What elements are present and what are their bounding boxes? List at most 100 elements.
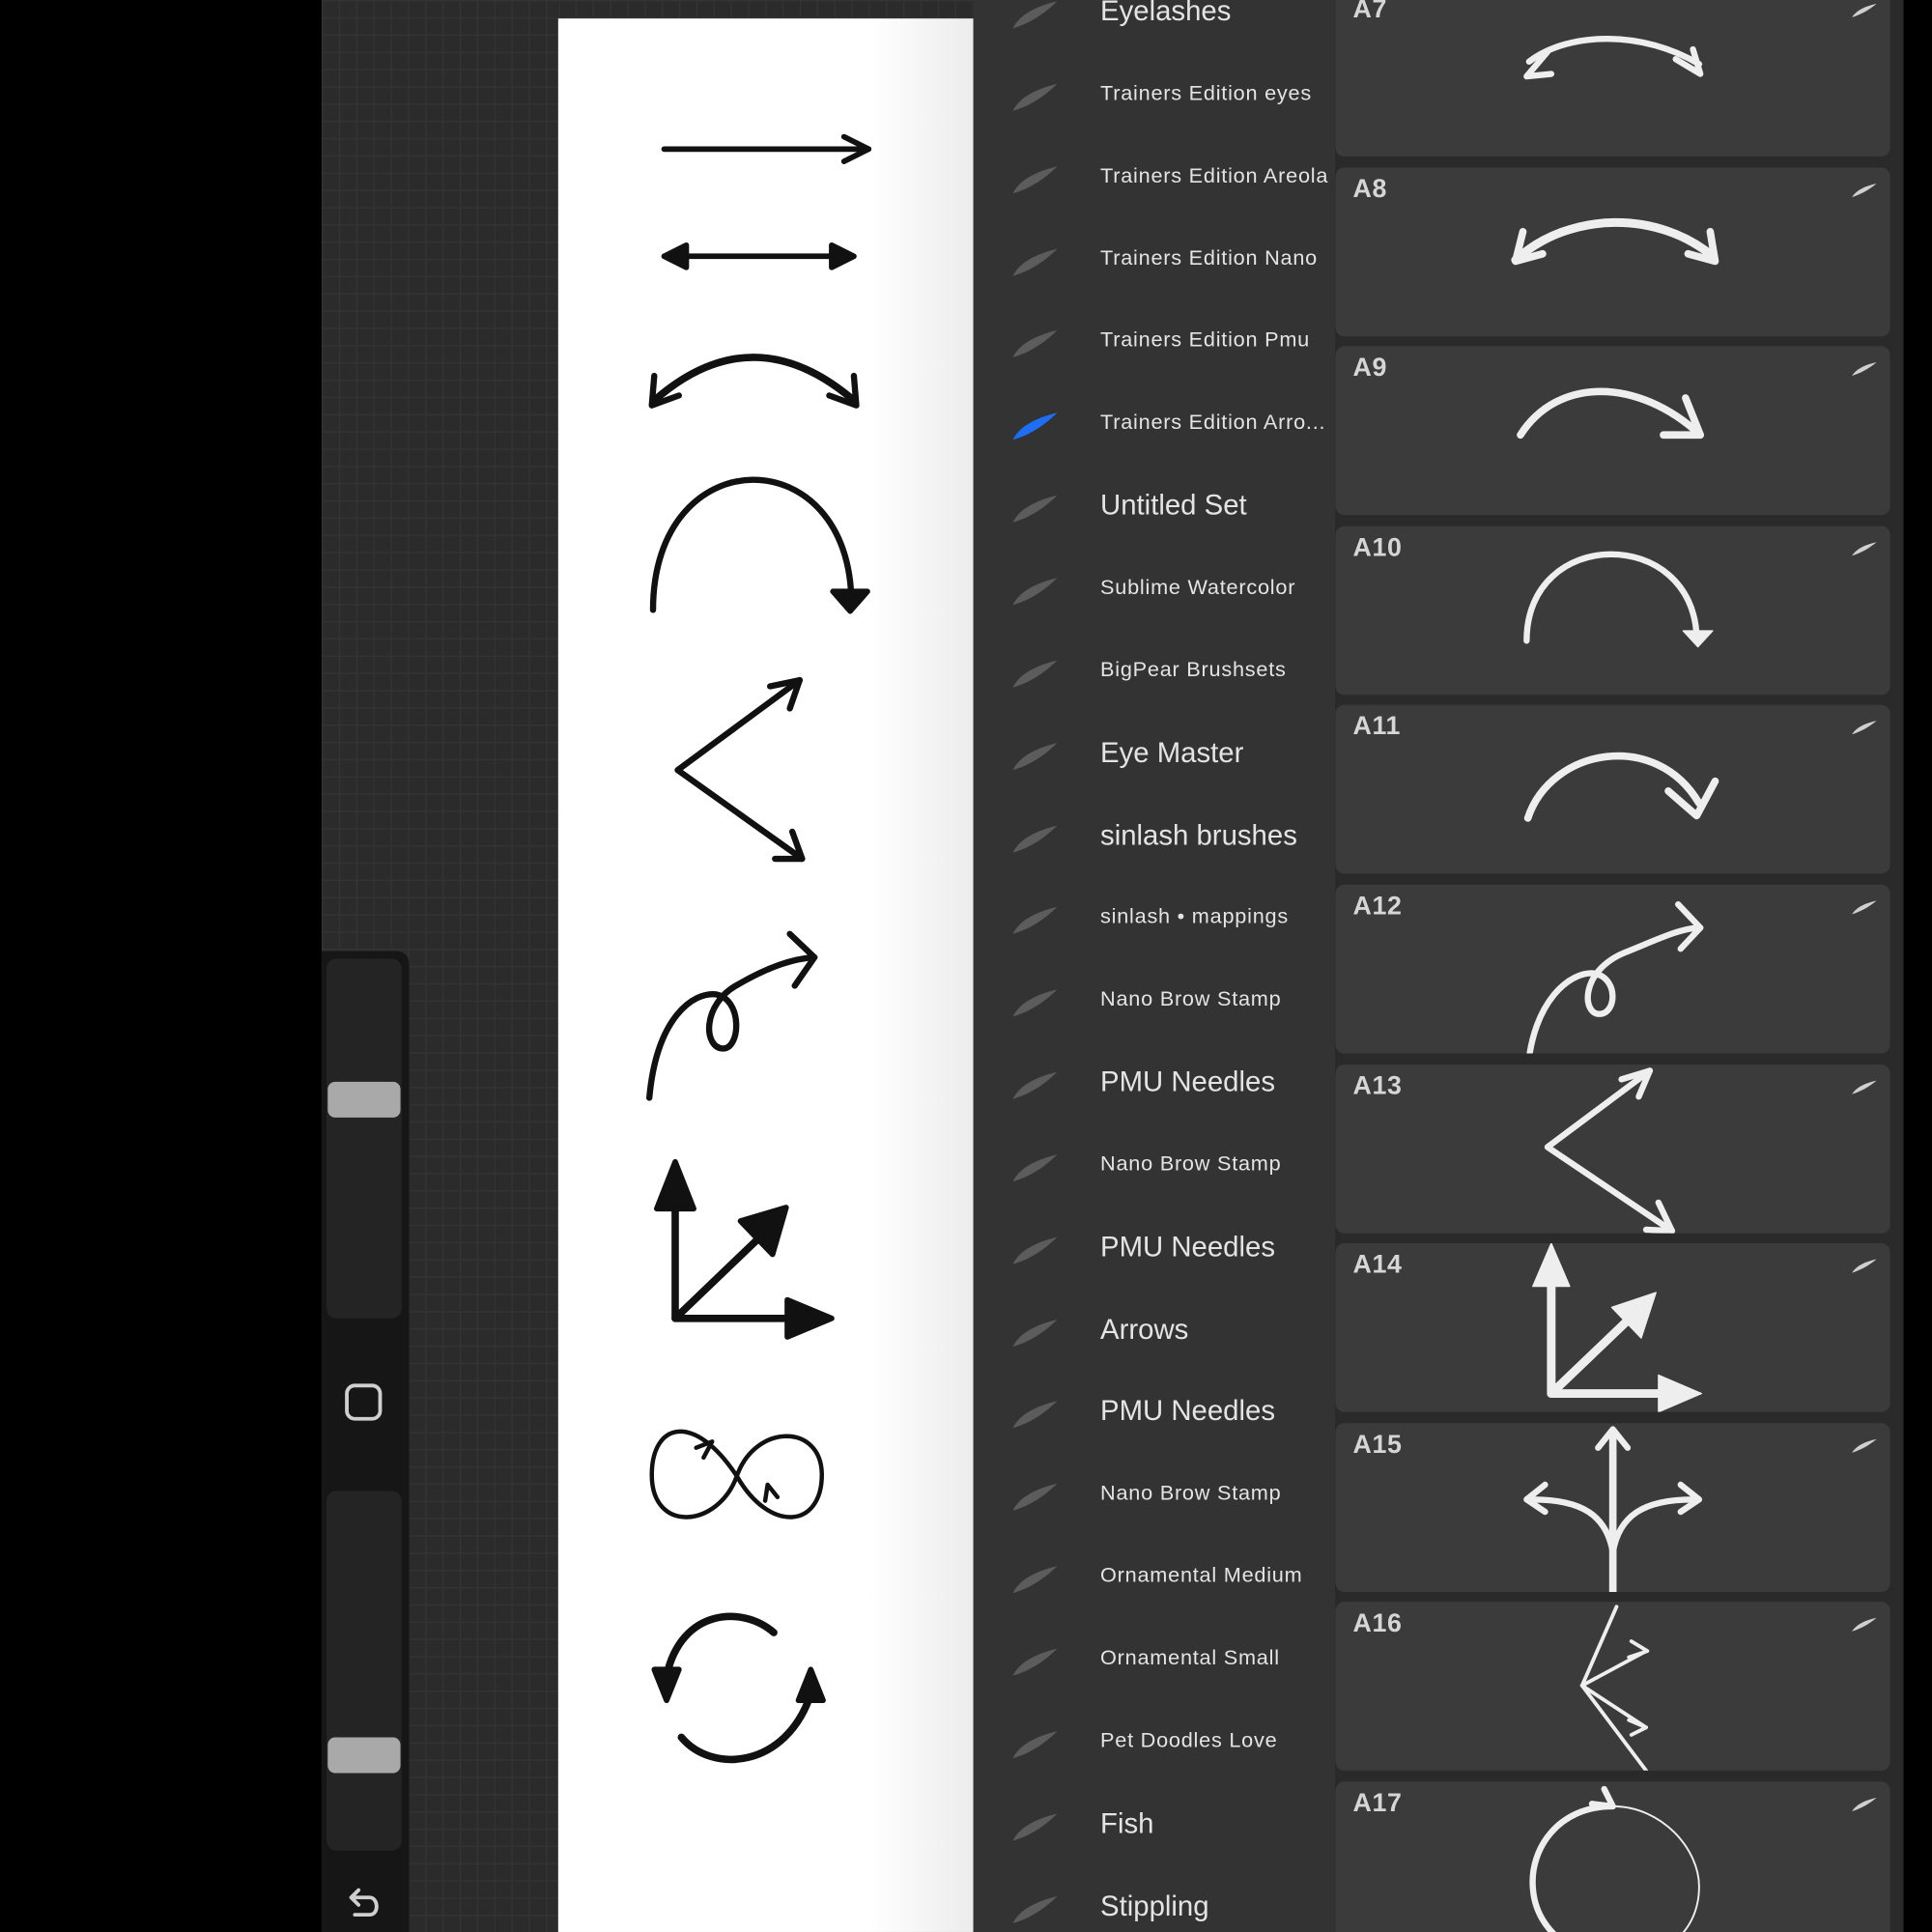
brush-card[interactable]: A10 [1335, 526, 1890, 696]
brush-stroke-icon [1010, 1719, 1060, 1763]
brush-card[interactable]: A8 [1335, 166, 1890, 336]
brush-set-item[interactable]: Sublime Watercolor [974, 547, 1336, 628]
brush-stroke-preview [1529, 1785, 1700, 1932]
infinity-arrow-icon [649, 1429, 824, 1520]
brush-stroke-icon [1010, 812, 1060, 857]
brush-type-icon [1851, 0, 1878, 19]
brush-stroke-icon [1010, 319, 1060, 363]
brush-stroke-icon [1010, 1884, 1060, 1928]
double-arrow-icon [661, 242, 857, 270]
brush-size-thumb[interactable] [327, 1081, 401, 1118]
brush-set-item[interactable]: Ornamental Medium [974, 1535, 1336, 1616]
brush-set-item[interactable]: Eyelashes [974, 0, 1336, 52]
brush-stroke-icon [1010, 1307, 1060, 1351]
opacity-thumb[interactable] [327, 1737, 401, 1774]
brush-stroke-icon [1010, 1801, 1060, 1845]
brush-card[interactable]: A9 [1335, 346, 1890, 516]
brush-type-icon [1851, 718, 1878, 737]
brush-card[interactable]: A17 [1335, 1781, 1890, 1932]
brush-stroke-icon [1010, 401, 1060, 445]
brush-name: A8 [1352, 174, 1388, 203]
brush-stroke-preview [1526, 901, 1704, 1054]
brush-set-item[interactable]: Arrows [974, 1289, 1336, 1370]
brush-size-slider[interactable] [327, 958, 402, 1319]
brush-set-item[interactable]: sinlash • mappings [974, 876, 1336, 957]
brush-set-item[interactable]: sinlash brushes [974, 794, 1336, 875]
canvas-drawing [645, 133, 872, 1764]
brush-stroke-icon [1010, 1636, 1060, 1681]
brush-card[interactable]: A12 [1335, 884, 1890, 1054]
brush-set-item[interactable]: Ornamental Small [974, 1618, 1336, 1699]
semicircle-arrow-icon [649, 476, 870, 614]
brush-set-label: PMU Needles [1100, 1230, 1276, 1263]
brush-set-label: PMU Needles [1100, 1065, 1276, 1097]
brush-set-label: Trainers Edition Areola [1100, 163, 1329, 187]
brush-set-label: Stippling [1100, 1889, 1209, 1921]
brush-type-icon [1851, 1794, 1878, 1813]
brush-set-label: PMU Needles [1100, 1394, 1276, 1427]
brush-stroke-icon [1010, 730, 1060, 775]
axes-arrow-icon [653, 1158, 835, 1340]
chevron-double-arrow-icon [674, 676, 806, 863]
brush-type-icon [1851, 1076, 1878, 1095]
brush-set-item[interactable]: BigPear Brushsets [974, 630, 1336, 711]
brush-stroke-icon [1010, 236, 1060, 280]
brush-stroke-icon [1010, 1554, 1060, 1599]
brush-card[interactable]: A15 [1335, 1422, 1890, 1592]
brush-set-item[interactable]: Stippling [974, 1865, 1336, 1932]
brush-type-icon [1851, 897, 1878, 917]
loop-arrow-icon [645, 930, 818, 1101]
brush-set-label: Eyelashes [1100, 0, 1232, 27]
drawing-canvas[interactable] [557, 18, 974, 1932]
brush-stroke-icon [1010, 895, 1060, 939]
brush-card[interactable]: A13 [1335, 1064, 1890, 1234]
brush-set-item[interactable]: PMU Needles [974, 1206, 1336, 1287]
brush-set-label: sinlash • mappings [1100, 904, 1289, 928]
brush-set-label: Ornamental Small [1100, 1646, 1280, 1670]
brush-stroke-icon [1010, 1389, 1060, 1434]
brush-type-icon [1851, 538, 1878, 557]
brush-set-label: Trainers Edition Nano [1100, 245, 1319, 270]
brush-stroke-preview [1544, 1066, 1676, 1234]
brush-stroke-preview [1523, 1426, 1703, 1592]
brush-name: A9 [1352, 354, 1388, 383]
brush-set-item[interactable]: Untitled Set [974, 465, 1336, 546]
opacity-slider[interactable] [327, 1491, 402, 1851]
circular-arrows-icon [651, 1612, 826, 1764]
brush-set-item[interactable]: Fish [974, 1782, 1336, 1863]
brush-name: A15 [1352, 1430, 1403, 1459]
canvas-top-grid [557, 0, 974, 19]
brush-card[interactable]: A11 [1335, 705, 1890, 874]
brush-name: A17 [1352, 1789, 1403, 1818]
brush-set-item[interactable]: Pet Doodles Love [974, 1700, 1336, 1781]
straight-arrow-icon [661, 133, 872, 164]
brush-set-item[interactable]: PMU Needles [974, 1371, 1336, 1452]
brush-set-item[interactable]: Nano Brow Stamp [974, 1453, 1336, 1534]
brush-name: A14 [1352, 1250, 1403, 1280]
brush-stroke-icon [1010, 71, 1060, 116]
brush-set-item[interactable]: PMU Needles [974, 1041, 1336, 1122]
brush-set-item[interactable]: Trainers Edition eyes [974, 53, 1336, 134]
brush-stroke-preview [1523, 753, 1719, 823]
undo-icon[interactable] [345, 1886, 384, 1922]
brush-stroke-icon [1010, 1142, 1060, 1186]
brush-card[interactable]: A16 [1335, 1602, 1890, 1772]
brush-set-label: BigPear Brushsets [1100, 657, 1287, 682]
brush-card[interactable]: A14 [1335, 1243, 1890, 1412]
brush-set-label: Untitled Set [1100, 488, 1247, 522]
brush-set-item[interactable]: Trainers Edition Areola [974, 135, 1336, 216]
brush-set-item[interactable]: Trainers Edition Nano [974, 217, 1336, 298]
brush-set-label: Nano Brow Stamp [1100, 986, 1282, 1011]
brush-set-label: Trainers Edition Arro... [1100, 411, 1326, 435]
brush-set-item[interactable]: Trainers Edition Pmu [974, 299, 1336, 381]
brush-stroke-icon [1010, 483, 1060, 527]
brush-set-item[interactable]: Trainers Edition Arro... [974, 383, 1336, 464]
brush-set-item[interactable]: Eye Master [974, 712, 1336, 793]
brush-set-item[interactable]: Nano Brow Stamp [974, 1123, 1336, 1205]
brush-set-item[interactable]: Nano Brow Stamp [974, 959, 1336, 1040]
brush-type-icon [1851, 1614, 1878, 1634]
brush-stroke-preview [1517, 387, 1705, 440]
brush-set-label: Trainers Edition Pmu [1100, 327, 1310, 353]
modify-button[interactable] [345, 1383, 383, 1421]
brush-card[interactable]: A7 [1335, 0, 1890, 156]
